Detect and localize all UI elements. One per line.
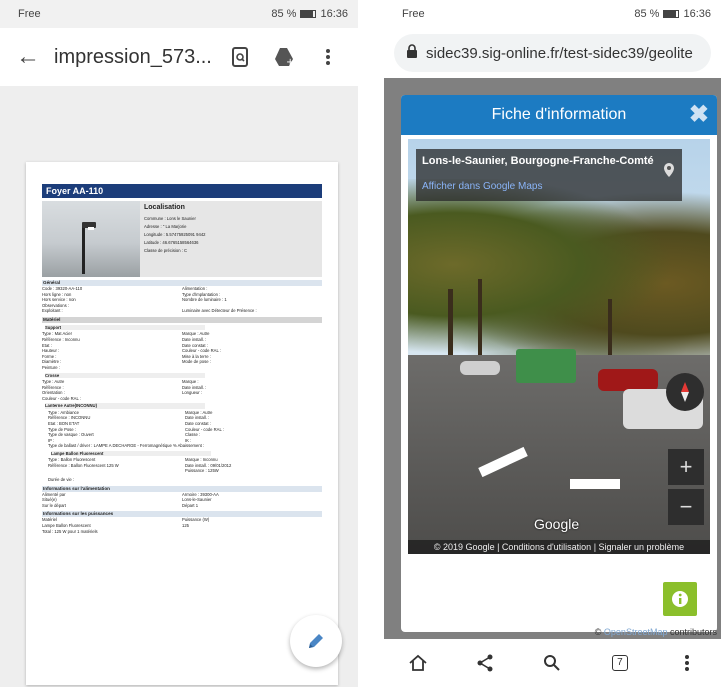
localisation-box: Localisation Commune : Lons le Saunier A… xyxy=(140,201,322,277)
battery-percent: 85 % xyxy=(634,8,660,20)
address-bar[interactable]: sidec39.sig-online.fr/test-sidec39/geoli… xyxy=(394,34,711,72)
ballast-row: Type de ballast / driver : LAMPE A DECHA… xyxy=(48,443,205,449)
info-modal: Fiche d'information ✖ Lons-le-Saunier, B… xyxy=(401,95,717,632)
place-info-card: Lons-le-Saunier, Bourgogne-Franche-Comté… xyxy=(416,149,682,201)
modal-header: Fiche d'information ✖ xyxy=(401,95,717,135)
zoom-in-button[interactable]: + xyxy=(668,449,704,485)
app-bar: ← impression_573... + xyxy=(0,28,358,86)
lock-icon xyxy=(406,44,418,62)
adresse: Adresse : " La Marjorie xyxy=(144,224,187,229)
lanterne-rows: Type : Ambiance Marque : Autre Référence … xyxy=(42,410,322,483)
table-row: Total : 125 W pour 1 matériels xyxy=(42,528,98,534)
share-icon[interactable] xyxy=(465,654,505,672)
duree-row: Durée de vie : xyxy=(48,477,75,483)
street-view-panorama[interactable]: Lons-le-Saunier, Bourgogne-Franche-Comté… xyxy=(408,139,710,554)
search-in-document-icon[interactable] xyxy=(218,47,262,67)
home-icon[interactable] xyxy=(398,654,438,672)
battery-percent: 85 % xyxy=(271,8,297,20)
search-icon[interactable] xyxy=(532,654,572,672)
svg-text:+: + xyxy=(286,57,294,67)
table-row: Couleur - code RAL : xyxy=(42,395,81,401)
status-right: 85 % 16:36 xyxy=(634,8,711,20)
add-to-drive-icon[interactable]: + xyxy=(262,47,306,67)
lanterne-title: Lanterne Autre(INCONNU) xyxy=(45,403,205,409)
compass-icon[interactable] xyxy=(666,373,704,411)
fiche-document: Foyer AA-110 Localisation Commune : Lons… xyxy=(42,184,322,534)
url-text: sidec39.sig-online.fr/test-sidec39/geoli… xyxy=(426,44,693,62)
table-row: Puissance : 125W xyxy=(185,468,219,474)
latitude: Latitude : 46.6765158564636 xyxy=(144,240,199,245)
precision: Classe de précision : C xyxy=(144,248,188,253)
general-rows: Code : 39320-AA-110 Alimentation : Hors l… xyxy=(42,286,322,314)
tabs-button[interactable]: 7 xyxy=(600,655,640,671)
menu-dots-icon[interactable] xyxy=(667,654,707,672)
pdf-page[interactable]: Foyer AA-110 Localisation Commune : Lons… xyxy=(26,162,338,685)
localisation-block: Localisation Commune : Lons le Saunier A… xyxy=(42,201,322,277)
localisation-title: Localisation xyxy=(144,204,185,211)
pdf-viewer-screen: Free 85 % 16:36 ← impression_573... + Fo… xyxy=(0,0,358,687)
carrier-label: Free xyxy=(402,8,425,20)
table-row: Peinture : xyxy=(42,364,60,370)
close-icon[interactable]: ✖ xyxy=(689,103,709,127)
battery-icon xyxy=(663,10,680,18)
browser-bottom-bar: 7 xyxy=(384,639,721,687)
lamppost-photo xyxy=(42,201,140,277)
street-view-footer: © 2019 Google | Conditions d'utilisation… xyxy=(408,540,710,554)
osm-link[interactable]: OpenStreetMap xyxy=(604,627,668,637)
clock: 16:36 xyxy=(683,8,711,20)
info-button[interactable] xyxy=(663,582,697,616)
place-name: Lons-le-Saunier, Bourgogne-Franche-Comté xyxy=(422,155,654,167)
browser-screen: Free 85 % 16:36 sidec39.sig-online.fr/te… xyxy=(384,0,721,687)
battery-icon xyxy=(300,10,317,18)
clock: 16:36 xyxy=(320,8,348,20)
crosse-title: Crosse xyxy=(45,372,205,378)
doc-header: Foyer AA-110 xyxy=(42,184,322,198)
crosse-rows: Type : Autre Marque : Référence : Date ins… xyxy=(42,379,322,401)
osm-attribution: © OpenStreetMap contributors xyxy=(594,627,717,637)
more-vert-icon[interactable] xyxy=(306,48,350,66)
map-pin-icon xyxy=(664,163,674,180)
browser-toolbar: sidec39.sig-online.fr/test-sidec39/geoli… xyxy=(384,28,721,78)
info-icon xyxy=(672,591,688,607)
document-title: impression_573... xyxy=(54,45,212,68)
carrier-label: Free xyxy=(18,8,41,20)
pdf-canvas[interactable]: Foyer AA-110 Localisation Commune : Lons… xyxy=(0,86,358,687)
alimentation-rows: Alimenté par Armoire : 39300-AA Situé(e) L… xyxy=(42,492,322,509)
pan-arrow-right[interactable] xyxy=(570,479,620,489)
pencil-icon xyxy=(309,634,323,648)
status-bar: Free 85 % 16:36 xyxy=(0,0,358,28)
longitude: Longitude : 5.57475925091 9442 xyxy=(144,232,206,237)
puissances-rows: Matériel Puissance (W) Lampe Ballon Fluor… xyxy=(42,517,322,534)
lampe-title: Lampe Ballon Fluorescent xyxy=(51,450,211,457)
google-logo: Google xyxy=(534,516,580,532)
zoom-out-button[interactable]: − xyxy=(668,489,704,525)
google-maps-link[interactable]: Afficher dans Google Maps xyxy=(422,181,676,192)
tab-count: 7 xyxy=(611,655,628,671)
support-title: Support xyxy=(45,324,205,331)
commune: Commune : Lons le Saunier xyxy=(144,216,196,221)
table-row: Sur le départ Départ 1 xyxy=(42,502,199,508)
web-content[interactable]: Fiche d'information ✖ Lons-le-Saunier, B… xyxy=(384,78,721,639)
status-right: 85 % 16:36 xyxy=(271,8,348,20)
edit-fab-button[interactable] xyxy=(290,615,342,667)
modal-title: Fiche d'information xyxy=(491,106,627,123)
back-arrow-icon[interactable]: ← xyxy=(8,43,48,71)
status-bar: Free 85 % 16:36 xyxy=(384,0,721,28)
support-rows: Type : Mat Acier Marque : Autre Référence… xyxy=(42,331,322,370)
table-row: Exploitant : Luminaire avec Détecteur de … xyxy=(42,308,257,314)
section-materiel: Matériel xyxy=(42,316,322,323)
